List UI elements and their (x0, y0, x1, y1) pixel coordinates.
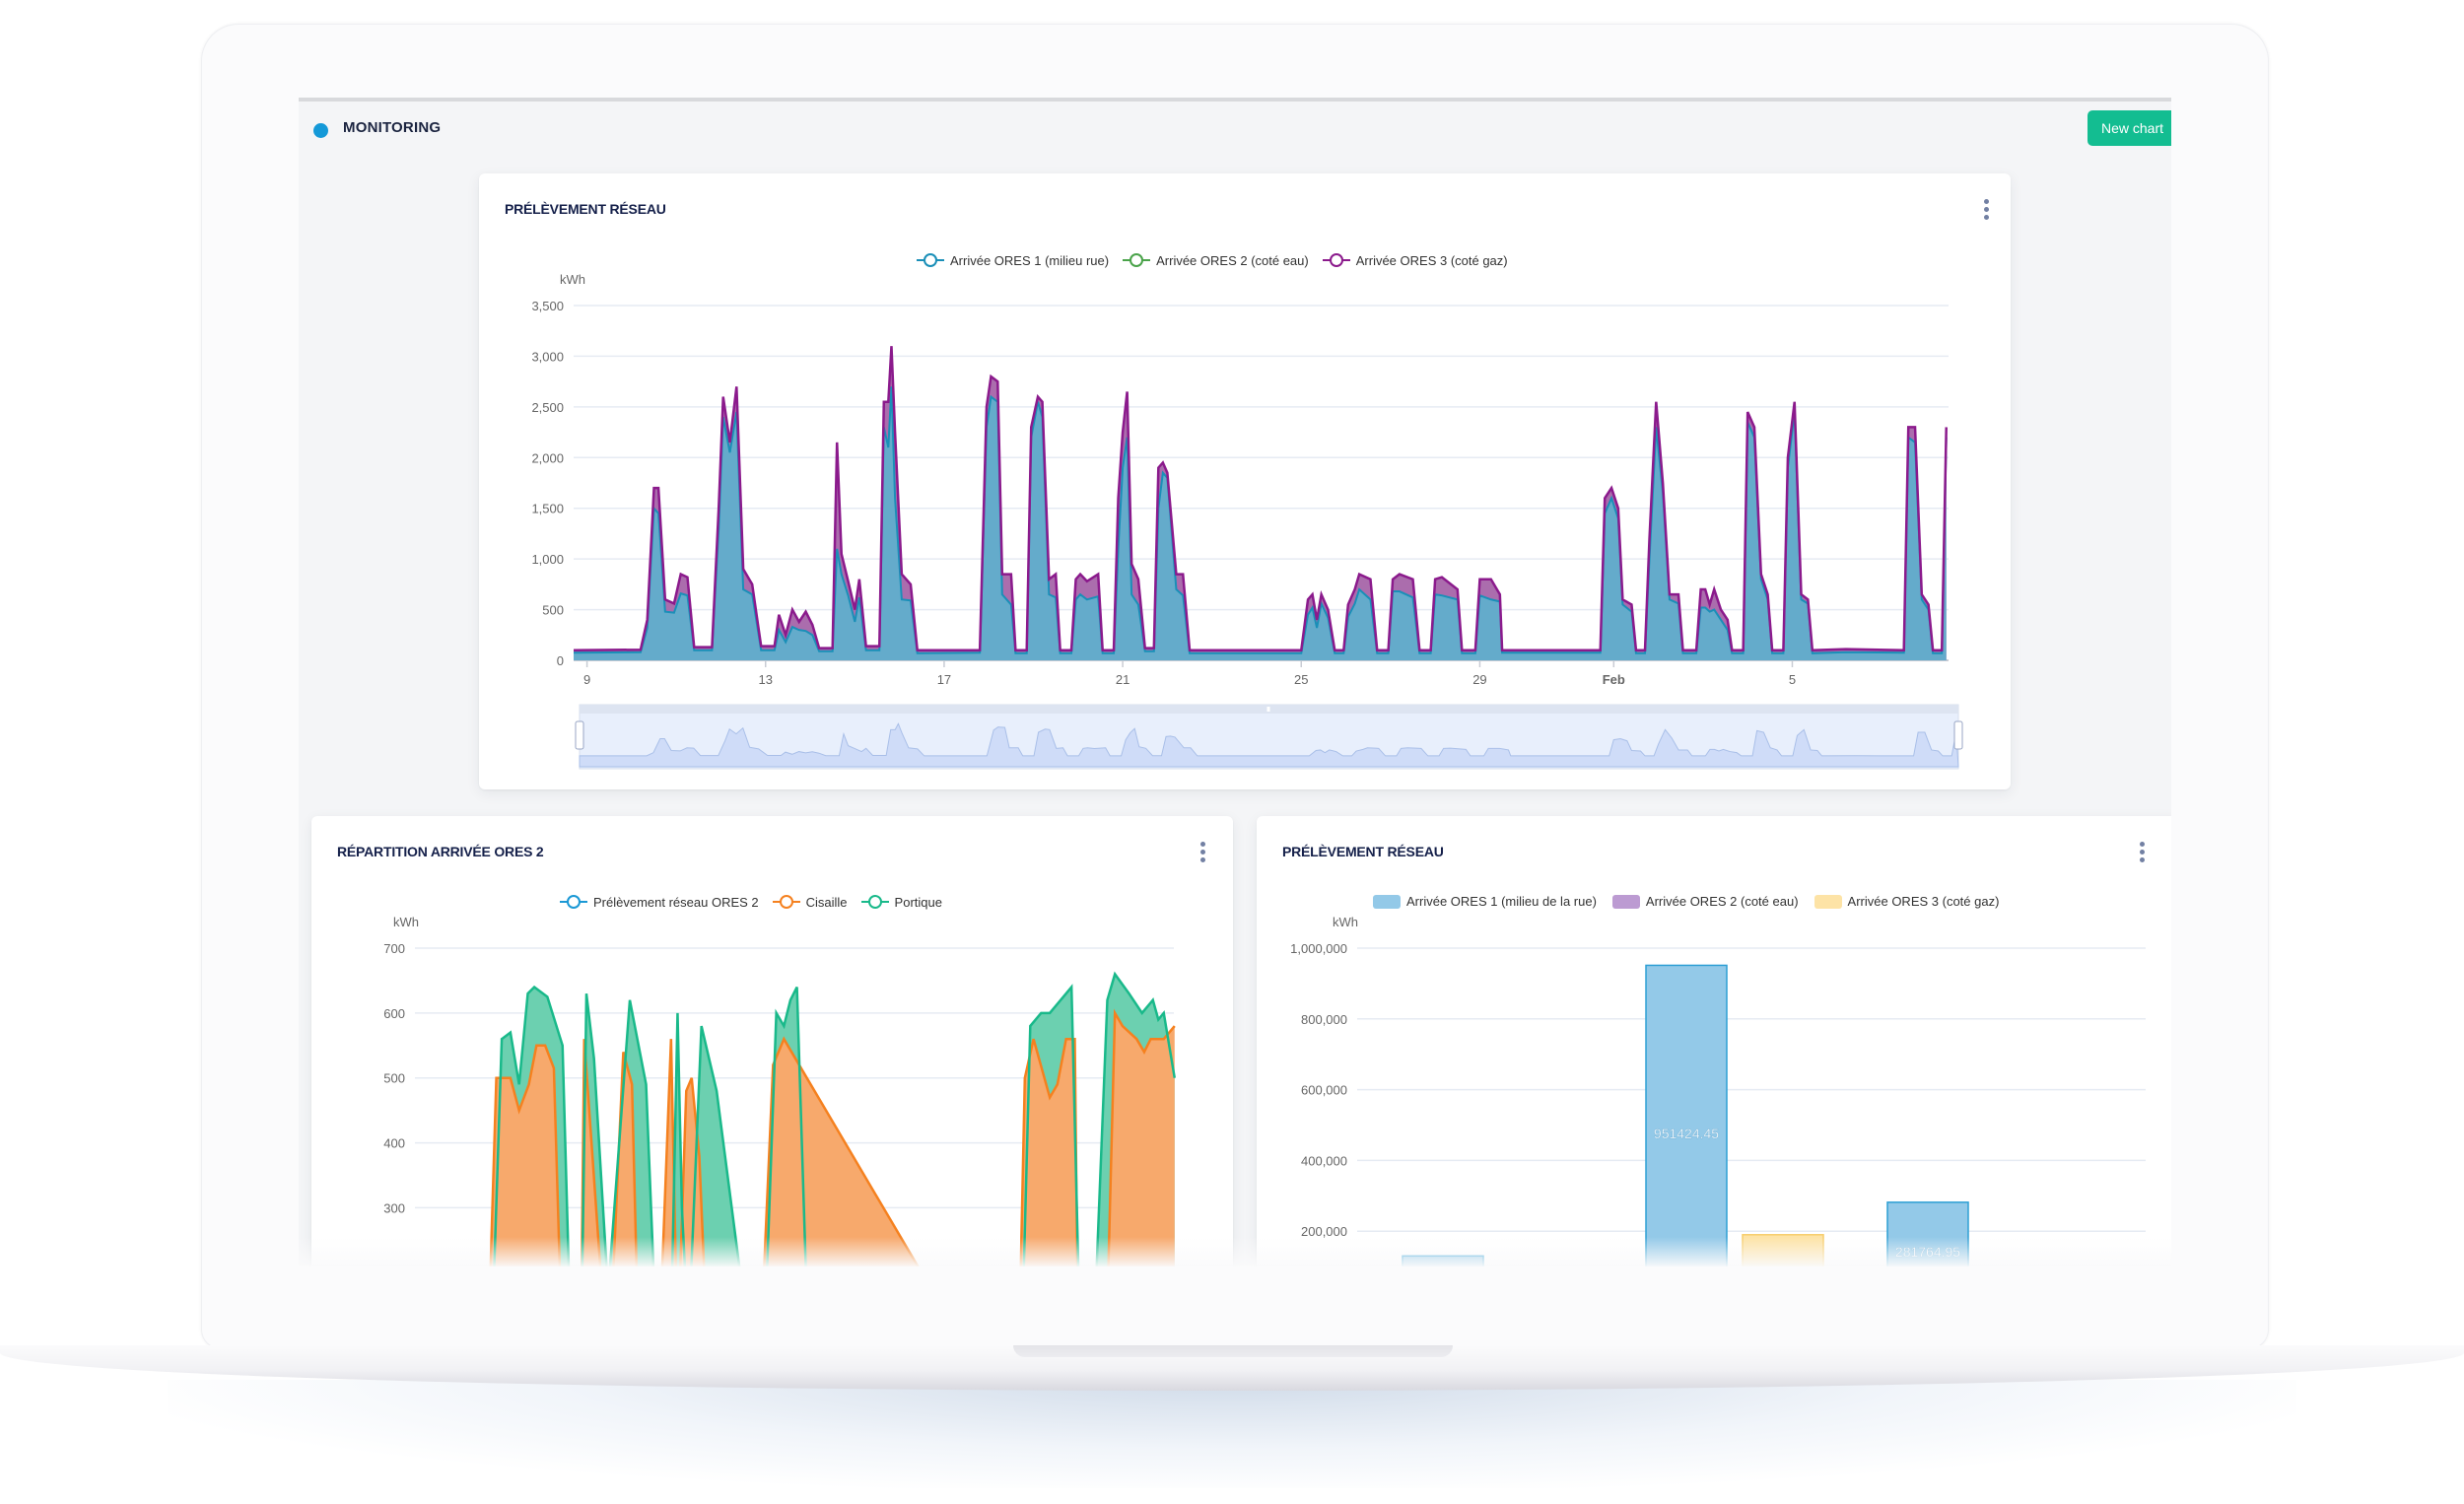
x-tick-label: 5 (1789, 672, 1796, 687)
y-tick-label: 2,500 (531, 400, 564, 415)
bar (1742, 1234, 1824, 1266)
series-line-ores3 (573, 346, 1948, 651)
chart-card-main: PRÉLÈVEMENT RÉSEAU Arrivée ORES 1 (milie… (479, 173, 2011, 789)
y-tick-label: 400,000 (1301, 1153, 1347, 1168)
y-tick-label: 1,500 (531, 502, 564, 516)
y-tick-label: 2,000 (531, 450, 564, 465)
y-tick-label: 3,500 (531, 299, 564, 313)
x-tick-label: 29 (1472, 672, 1486, 687)
y-tick-label: 500 (542, 603, 564, 618)
main-chart-svg: 0 500 1,000 1,500 2,000 2,500 3,000 3,500 9 13 17 2… (531, 299, 1963, 770)
bar-data-label: 951424.45 (1654, 1126, 1719, 1141)
x-tick-label: 25 (1294, 672, 1308, 687)
bar (1402, 1255, 1484, 1266)
bar (1645, 964, 1728, 1266)
x-tick-label: 17 (937, 672, 951, 687)
page-title: MONITORING (343, 119, 442, 136)
x-tick-label: 21 (1116, 672, 1129, 687)
y-tick-label: 800,000 (1301, 1012, 1347, 1027)
left-chart-svg: 100200300400500600700 (383, 941, 1177, 1266)
app-header: MONITORING New chart (299, 102, 2171, 161)
y-tick-label: 400 (383, 1136, 405, 1151)
zoom-handle[interactable] (575, 720, 584, 750)
y-tick-label: 600 (383, 1006, 405, 1021)
chart-card-right: PRÉLÈVEMENT RÉSEAU Arrivée ORES 1 (milie… (1257, 816, 2171, 1266)
chart-card-left: RÉPARTITION ARRIVÉE ORES 2 Prélèvement r… (311, 816, 1233, 1266)
zoom-handle[interactable] (1953, 720, 1963, 750)
y-tick-label: 300 (383, 1200, 405, 1215)
y-tick-label: 0 (557, 653, 564, 668)
x-tick-label: 9 (583, 672, 590, 687)
status-dot-icon (313, 123, 328, 138)
y-tick-label: 700 (383, 941, 405, 956)
app-screen: MONITORING New chart PRÉLÈVEMENT RÉSEAU … (299, 98, 2171, 1266)
new-chart-button[interactable]: New chart (2087, 110, 2171, 146)
x-tick-label: Feb (1603, 672, 1625, 687)
laptop-shadow (168, 1380, 2296, 1488)
y-tick-label: 1,000,000 (1290, 941, 1347, 956)
right-chart-svg: 200,000 400,000 600,000 800,000 1,000,000 951… (1290, 941, 2146, 1266)
y-tick-label: 200,000 (1301, 1224, 1347, 1239)
y-tick-label: 500 (383, 1071, 405, 1086)
laptop-notch (1013, 1345, 1453, 1357)
y-tick-label: 1,000 (531, 552, 564, 567)
series-line-ores1 (573, 386, 1948, 654)
y-tick-label: 600,000 (1301, 1083, 1347, 1098)
series-area-ores3 (574, 346, 1947, 660)
y-tick-label: 200 (383, 1265, 405, 1266)
x-tick-label: 13 (759, 672, 773, 687)
y-tick-label: 3,000 (531, 349, 564, 364)
bar-data-label: 281764.95 (1895, 1244, 1960, 1260)
